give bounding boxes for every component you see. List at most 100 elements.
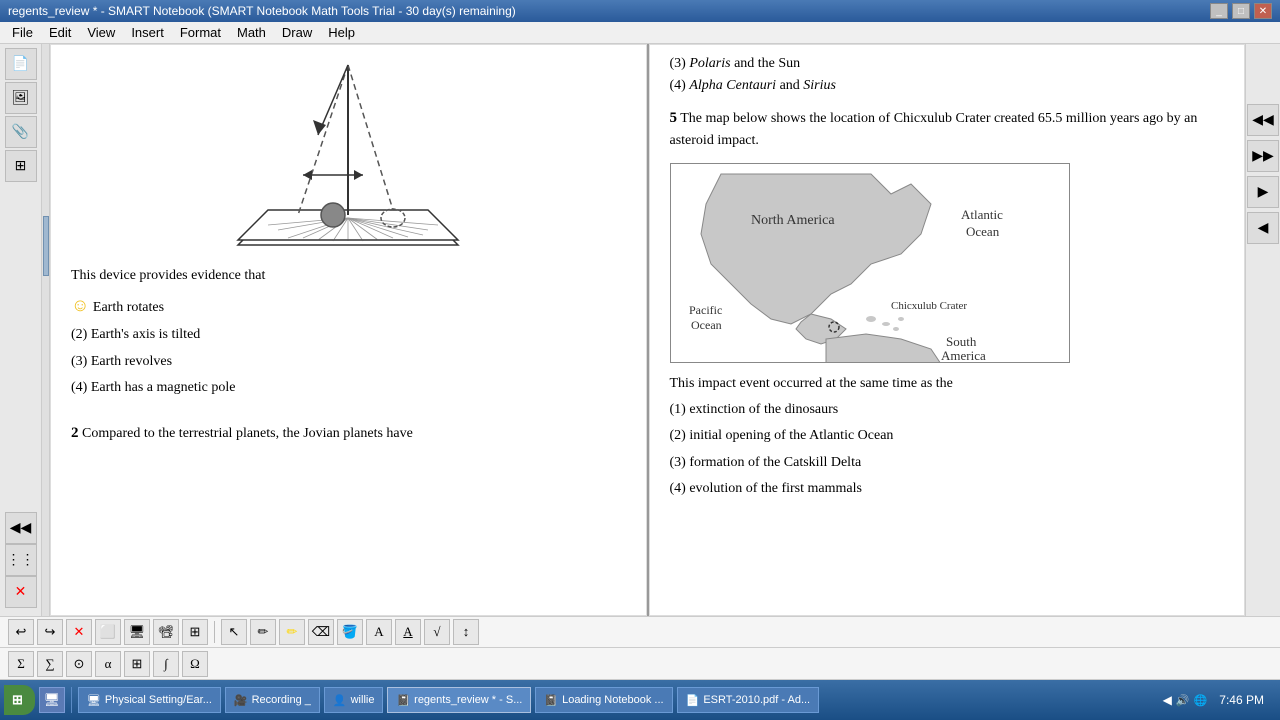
pendulum-diagram	[71, 55, 626, 255]
menu-insert[interactable]: Insert	[123, 23, 172, 42]
drawing-toolbar: ↩ ↪ ✕ ⬜ 🖥 📽 ⊞ ↖ ✏ ✏ ⌫ 🪣 A A √ ↕	[0, 616, 1280, 648]
q5-text: The map below shows the location of Chic…	[670, 111, 1198, 148]
underline-tool[interactable]: A	[395, 619, 421, 645]
sidebar-grid-btn[interactable]: ⋮⋮	[5, 544, 37, 576]
menu-help[interactable]: Help	[320, 23, 363, 42]
math-btn4[interactable]: α	[95, 651, 121, 677]
task-willie[interactable]: 👤 willie	[324, 687, 384, 713]
choice-2: (2) Earth's axis is tilted	[71, 324, 626, 346]
minimize-button[interactable]: _	[1210, 3, 1228, 19]
task-esrt[interactable]: 📄 ESRT-2010.pdf - Ad...	[677, 687, 820, 713]
menubar: File Edit View Insert Format Math Draw H…	[0, 22, 1280, 44]
map-svg: North America Atlantic Ocean Chicxulub C…	[671, 164, 1070, 363]
start-orb: ⊞	[12, 692, 23, 708]
left-sidebar: 📄 🖼 📎 ⊞ ◀◀ ⋮⋮ ✕	[0, 44, 42, 616]
clock-time: 7:46 PM	[1219, 693, 1264, 707]
sidebar-close-btn[interactable]: ✕	[5, 576, 37, 608]
menu-format[interactable]: Format	[172, 23, 229, 42]
present-tool[interactable]: 📽	[153, 619, 179, 645]
delete-button[interactable]: ✕	[66, 619, 92, 645]
task-recording[interactable]: 🎥 Recording _	[225, 687, 320, 713]
undo-button[interactable]: ↩	[8, 619, 34, 645]
math-btn5[interactable]: ⊞	[124, 651, 150, 677]
impact-choice-3: (3) formation of the Catskill Delta	[670, 452, 1225, 474]
grid-tool[interactable]: ⊞	[182, 619, 208, 645]
right-next-btn[interactable]: ▶▶	[1247, 140, 1279, 172]
pen-tool[interactable]: ✏	[250, 619, 276, 645]
window-controls[interactable]: _ □ ✕	[1210, 3, 1272, 19]
left-scrollbar[interactable]	[42, 44, 50, 616]
task-loading[interactable]: 📓 Loading Notebook ...	[535, 687, 672, 713]
redo-button[interactable]: ↪	[37, 619, 63, 645]
menu-draw[interactable]: Draw	[274, 23, 320, 42]
sidebar-image-btn[interactable]: 🖼	[5, 82, 37, 114]
task-icon-4: 📓	[396, 694, 410, 707]
device-text: This device provides evidence that ☺ Ear…	[71, 265, 626, 399]
impact-choices: (1) extinction of the dinosaurs (2) init…	[670, 399, 1225, 501]
taskbar: ⊞ 🖥 🖥 Physical Setting/Ear... 🎥 Recordin…	[0, 680, 1280, 720]
right-back-btn[interactable]: ◀	[1247, 212, 1279, 244]
right-sidebar: ◀◀ ▶▶ ▶ ◀	[1245, 44, 1280, 616]
tray-icon-3: 🌐	[1194, 694, 1208, 707]
rect-tool[interactable]: ⬜	[95, 619, 121, 645]
math-btn6[interactable]: ∫	[153, 651, 179, 677]
task-sep1	[71, 687, 72, 713]
svg-text:America: America	[941, 348, 986, 363]
screen-tool[interactable]: 🖥	[124, 619, 150, 645]
sidebar-table-btn[interactable]: ⊞	[5, 150, 37, 182]
title-text: regents_review * - SMART Notebook (SMART…	[8, 4, 516, 18]
sigma-button[interactable]: Σ	[8, 651, 34, 677]
crater-map: North America Atlantic Ocean Chicxulub C…	[670, 163, 1070, 363]
highlight-tool[interactable]: ✏	[279, 619, 305, 645]
prev-item-4: (4) Alpha Centauri and Sirius	[670, 75, 1225, 97]
math-btn7[interactable]: Ω	[182, 651, 208, 677]
task-label-6: ESRT-2010.pdf - Ad...	[703, 694, 810, 706]
titlebar: regents_review * - SMART Notebook (SMART…	[0, 0, 1280, 22]
fill-tool[interactable]: 🪣	[337, 619, 363, 645]
right-page: (3) Polaris and the Sun (4) Alpha Centau…	[649, 44, 1246, 616]
q2-text: Compared to the terrestrial planets, the…	[82, 426, 413, 441]
show-desktop-btn[interactable]: 🖥	[39, 687, 65, 713]
sep1	[214, 621, 215, 643]
q5-num: 5	[670, 110, 678, 126]
tray-icon-1: ◀	[1163, 693, 1172, 708]
svg-text:South: South	[946, 334, 977, 349]
left-page: This device provides evidence that ☺ Ear…	[50, 44, 647, 616]
choice-4-text: Earth has a magnetic pole	[91, 380, 236, 395]
text-tool[interactable]: A	[366, 619, 392, 645]
task-label-1: Physical Setting/Ear...	[105, 694, 212, 706]
smiley-icon: ☺	[71, 295, 89, 315]
sidebar-prev-btn[interactable]: ◀◀	[5, 512, 37, 544]
eraser-tool[interactable]: ⌫	[308, 619, 334, 645]
task-physical-setting[interactable]: 🖥 Physical Setting/Ear...	[78, 687, 221, 713]
start-button[interactable]: ⊞	[4, 685, 35, 715]
question-5: 5 The map below shows the location of Ch…	[670, 106, 1225, 153]
maximize-button[interactable]: □	[1232, 3, 1250, 19]
svg-text:Atlantic: Atlantic	[961, 207, 1003, 222]
close-button[interactable]: ✕	[1254, 3, 1272, 19]
menu-file[interactable]: File	[4, 23, 41, 42]
right-prev-btn[interactable]: ◀◀	[1247, 104, 1279, 136]
right-fwd-btn[interactable]: ▶	[1247, 176, 1279, 208]
menu-math[interactable]: Math	[229, 23, 274, 42]
math-btn3[interactable]: ⊙	[66, 651, 92, 677]
main-area: 📄 🖼 📎 ⊞ ◀◀ ⋮⋮ ✕	[0, 44, 1280, 616]
svg-text:North America: North America	[751, 213, 835, 228]
choice-3-text: Earth revolves	[91, 354, 172, 369]
task-icon-3: 👤	[333, 694, 347, 707]
sidebar-link-btn[interactable]: 📎	[5, 116, 37, 148]
task-regents[interactable]: 📓 regents_review * - S...	[387, 687, 531, 713]
menu-view[interactable]: View	[79, 23, 123, 42]
tray-icon-2: 🔊	[1176, 694, 1190, 707]
task-label-3: willie	[351, 694, 375, 706]
cursor-tool[interactable]: ↖	[221, 619, 247, 645]
menu-edit[interactable]: Edit	[41, 23, 79, 42]
math-tool[interactable]: √	[424, 619, 450, 645]
math-btn2[interactable]: ∑	[37, 651, 63, 677]
arrow-tool[interactable]: ↕	[453, 619, 479, 645]
task-label-5: Loading Notebook ...	[562, 694, 664, 706]
task-icon-1: 🖥	[87, 694, 101, 707]
question-2: 2 Compared to the terrestrial planets, t…	[71, 421, 626, 445]
sidebar-page-btn[interactable]: 📄	[5, 48, 37, 80]
scroll-thumb[interactable]	[43, 216, 49, 276]
